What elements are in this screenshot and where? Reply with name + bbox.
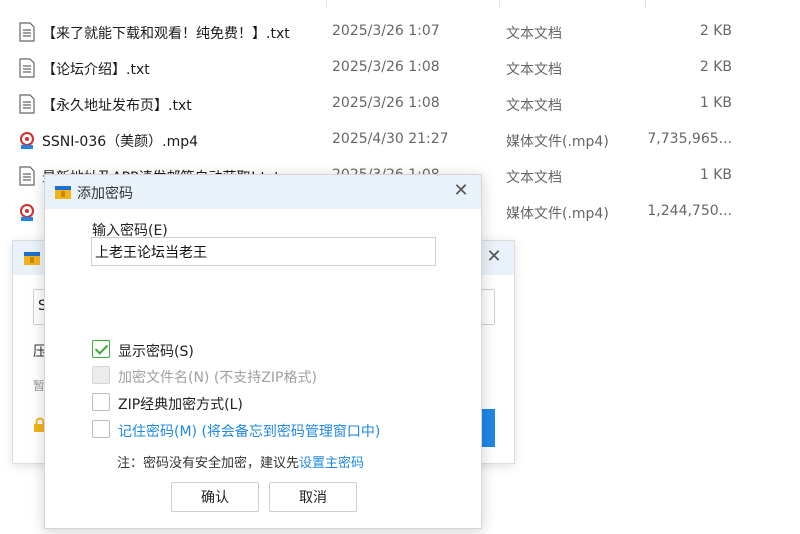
file-size: 1 KB (699, 167, 732, 183)
zip-classic-label: ZIP经典加密方式(L) (118, 397, 243, 413)
confirm-button[interactable]: 确认 (171, 482, 259, 512)
text-file-icon (19, 58, 35, 78)
security-note: 注：密码没有安全加密，建议先设置主密码 (117, 452, 364, 471)
file-type: 文本文档 (506, 26, 562, 42)
media-file-icon (20, 132, 34, 149)
note-text: 注：密码没有安全加密，建议先 (117, 456, 300, 471)
checkbox-disabled-icon (92, 366, 110, 384)
file-row[interactable]: 【来了就能下载和观看！纯免费！】.txt 2025/3/26 1:07 文本文档… (0, 14, 800, 50)
file-row[interactable]: 【永久地址发布页】.txt 2025/3/26 1:08 文本文档 1 KB (0, 86, 800, 122)
column-divider[interactable] (326, 0, 327, 8)
set-master-password-link[interactable]: 设置主密码 (299, 456, 364, 471)
close-icon[interactable]: ✕ (484, 247, 504, 267)
text-file-icon (19, 166, 35, 186)
encrypt-filenames-label: 加密文件名(N) (不支持ZIP格式) (118, 370, 317, 386)
close-icon[interactable]: ✕ (451, 181, 471, 201)
file-type: 文本文档 (506, 62, 562, 78)
dialog-header: 添加密码 ✕ (45, 175, 481, 209)
file-type: 文本文档 (506, 98, 562, 114)
file-name: 【来了就能下载和观看！纯免费！】.txt (42, 26, 290, 42)
file-date: 2025/4/30 21:27 (332, 131, 449, 147)
checkbox-icon[interactable] (92, 420, 110, 438)
show-password-label: 显示密码(S) (118, 344, 194, 360)
file-size: 2 KB (699, 59, 732, 75)
file-name: 【论坛介绍】.txt (42, 62, 150, 78)
file-size: 1,244,750... (647, 203, 732, 219)
text-file-icon (19, 22, 35, 42)
file-type: 媒体文件(.mp4) (506, 134, 609, 150)
file-size: 1 KB (699, 95, 732, 111)
file-date: 2025/3/26 1:07 (332, 23, 440, 39)
archive-icon (55, 186, 71, 199)
file-name: 【永久地址发布页】.txt (42, 98, 192, 114)
password-value: 上老王论坛当老王 (95, 245, 207, 261)
checkbox-icon[interactable] (92, 393, 110, 411)
file-date: 2025/3/26 1:08 (332, 95, 440, 111)
file-size: 2 KB (699, 23, 732, 39)
file-row[interactable]: 【论坛介绍】.txt 2025/3/26 1:08 文本文档 2 KB (0, 50, 800, 86)
text-file-icon (19, 94, 35, 114)
add-password-dialog: 添加密码 ✕ 输入密码(E) 上老王论坛当老王 显示密码(S) 加密文件名(N)… (44, 174, 482, 529)
column-divider[interactable] (645, 0, 646, 8)
checkbox-checked-icon[interactable] (92, 340, 110, 358)
cancel-button[interactable]: 取消 (269, 482, 357, 512)
file-row[interactable]: SSNI-036（美颜）.mp4 2025/4/30 21:27 媒体文件(.m… (0, 122, 800, 158)
file-size: 7,735,965... (647, 131, 732, 147)
password-input[interactable]: 上老王论坛当老王 (91, 237, 436, 266)
file-type: 文本文档 (506, 170, 562, 186)
file-type: 媒体文件(.mp4) (506, 206, 609, 222)
column-divider[interactable] (499, 0, 500, 8)
file-name: SSNI-036（美颜）.mp4 (42, 134, 199, 150)
file-date: 2025/3/26 1:08 (332, 59, 440, 75)
media-file-icon (20, 204, 34, 221)
archive-icon (24, 252, 40, 265)
dialog-title: 添加密码 (77, 186, 133, 202)
remember-password-label: 记住密码(M) (将会备忘到密码管理窗口中) (118, 424, 381, 440)
